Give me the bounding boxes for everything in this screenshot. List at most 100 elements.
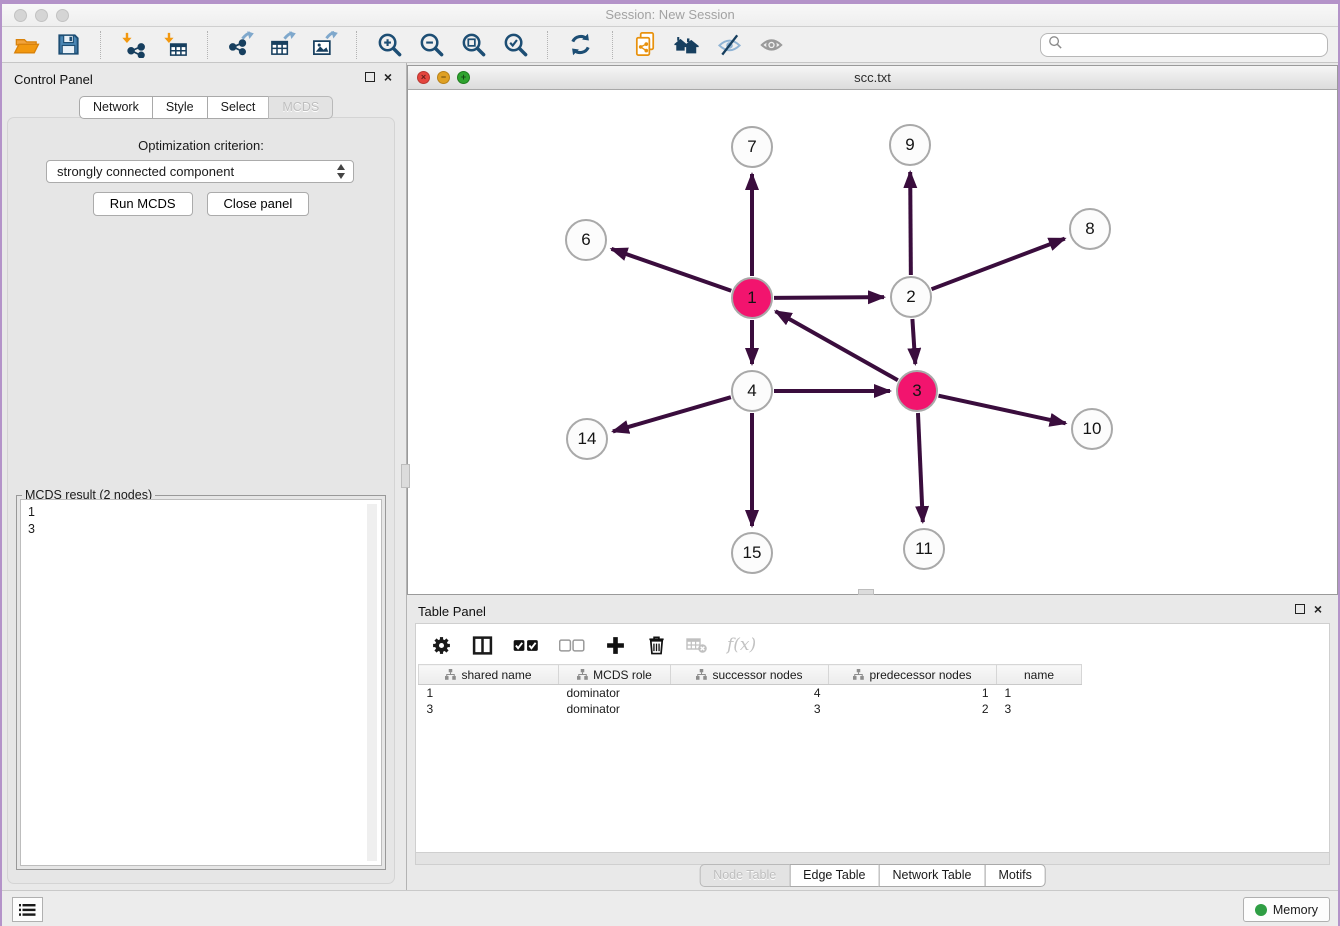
frame-close-icon[interactable]: × [417, 71, 430, 84]
table-cell[interactable]: 1 [829, 685, 997, 701]
result-scrollbar[interactable] [367, 504, 377, 861]
column-header-MCDS-role[interactable]: MCDS role [559, 665, 671, 685]
graph-edge[interactable] [912, 319, 915, 364]
graph-edge[interactable] [910, 172, 911, 275]
show-columns-icon[interactable] [471, 634, 493, 656]
column-type-icon [577, 669, 588, 680]
dropdown-stepper-icon [337, 164, 346, 179]
table-cell[interactable]: dominator [559, 685, 671, 701]
horizontal-splitter-handle[interactable] [858, 589, 874, 595]
import-table-icon[interactable] [161, 31, 189, 59]
export-image-icon[interactable] [310, 31, 338, 59]
memory-button[interactable]: Memory [1243, 897, 1330, 922]
column-header-predecessor-nodes[interactable]: predecessor nodes [829, 665, 997, 685]
export-table-icon[interactable] [268, 31, 296, 59]
zoom-window-button[interactable] [56, 9, 69, 22]
table-cell[interactable]: 3 [671, 701, 829, 717]
tab-select[interactable]: Select [207, 96, 270, 119]
delete-column-trash-icon[interactable] [645, 634, 667, 656]
graph-node-9[interactable]: 9 [889, 124, 931, 166]
toolbar-separator [100, 31, 101, 59]
search-input[interactable] [1068, 36, 1327, 54]
window-titlebar: Session: New Session [2, 4, 1338, 27]
column-header-successor-nodes[interactable]: successor nodes [671, 665, 829, 685]
graph-edge[interactable] [774, 297, 884, 298]
graph-node-2[interactable]: 2 [890, 276, 932, 318]
graph-edge[interactable] [938, 396, 1065, 424]
frame-minimize-icon[interactable]: − [437, 71, 450, 84]
refresh-layout-icon[interactable] [566, 31, 594, 59]
column-label: shared name [461, 668, 531, 682]
graph-node-6[interactable]: 6 [565, 219, 607, 261]
zoom-out-icon[interactable] [417, 31, 445, 59]
tab-motifs[interactable]: Motifs [984, 864, 1045, 887]
graph-node-3[interactable]: 3 [896, 370, 938, 412]
hide-selected-icon[interactable] [715, 31, 743, 59]
graph-node-1[interactable]: 1 [731, 277, 773, 319]
close-panel-icon[interactable]: × [384, 72, 392, 82]
close-window-button[interactable] [14, 9, 27, 22]
control-panel-tabs: Network Style Select MCDS [79, 96, 333, 119]
copy-network-icon[interactable] [631, 31, 659, 59]
graph-node-7[interactable]: 7 [731, 126, 773, 168]
graph-edge[interactable] [611, 249, 731, 291]
float-panel-icon[interactable] [365, 72, 375, 82]
table-cell[interactable]: dominator [559, 701, 671, 717]
graph-edge[interactable] [918, 413, 923, 522]
graph-edge[interactable] [932, 239, 1065, 290]
run-mcds-button[interactable]: Run MCDS [93, 192, 193, 216]
column-type-icon [853, 669, 864, 680]
mcds-result-text[interactable]: 1 3 [20, 499, 382, 866]
tab-network-table[interactable]: Network Table [879, 864, 986, 887]
add-column-icon[interactable] [604, 634, 626, 656]
close-table-panel-icon[interactable]: × [1314, 604, 1322, 614]
criterion-dropdown[interactable]: strongly connected component [46, 160, 354, 183]
table-settings-gear-icon[interactable] [430, 634, 452, 656]
graph-node-11[interactable]: 11 [903, 528, 945, 570]
tab-style[interactable]: Style [152, 96, 208, 119]
open-folder-icon[interactable] [12, 31, 40, 59]
graph-node-15[interactable]: 15 [731, 532, 773, 574]
column-label: predecessor nodes [869, 668, 971, 682]
tab-node-table[interactable]: Node Table [699, 864, 790, 887]
network-canvas[interactable]: 7 9 6 8 1 2 4 3 14 10 15 11 [408, 90, 1337, 594]
column-header-shared-name[interactable]: shared name [419, 665, 559, 685]
table-cell[interactable]: 2 [829, 701, 997, 717]
save-session-icon[interactable] [54, 31, 82, 59]
go-home-icon[interactable] [673, 31, 701, 59]
tab-edge-table[interactable]: Edge Table [789, 864, 879, 887]
table-cell[interactable]: 4 [671, 685, 829, 701]
table-cell[interactable]: 3 [419, 701, 559, 717]
frame-maximize-icon[interactable]: + [457, 71, 470, 84]
status-bar: Memory [2, 890, 1338, 926]
task-history-button[interactable] [12, 897, 43, 922]
float-table-panel-icon[interactable] [1295, 604, 1305, 614]
zoom-fit-icon[interactable] [459, 31, 487, 59]
graph-node-4[interactable]: 4 [731, 370, 773, 412]
tab-mcds[interactable]: MCDS [268, 96, 333, 119]
table-row[interactable]: 1dominator411 [419, 685, 1082, 701]
close-panel-button[interactable]: Close panel [207, 192, 310, 216]
table-cell[interactable]: 1 [997, 685, 1082, 701]
graph-edge[interactable] [776, 311, 898, 380]
vertical-splitter-handle[interactable] [401, 464, 410, 488]
deselect-all-rows-icon[interactable] [558, 634, 585, 656]
search-box[interactable] [1040, 33, 1328, 57]
graph-edge[interactable] [613, 397, 731, 431]
tab-network[interactable]: Network [79, 96, 153, 119]
minimize-window-button[interactable] [35, 9, 48, 22]
graph-node-8[interactable]: 8 [1069, 208, 1111, 250]
export-network-icon[interactable] [226, 31, 254, 59]
select-all-rows-icon[interactable] [512, 634, 539, 656]
edge-layer[interactable] [408, 90, 1337, 594]
column-header-name[interactable]: name [997, 665, 1082, 685]
zoom-in-icon[interactable] [375, 31, 403, 59]
graph-node-10[interactable]: 10 [1071, 408, 1113, 450]
table-cell[interactable]: 3 [997, 701, 1082, 717]
table-row[interactable]: 3dominator323 [419, 701, 1082, 717]
import-network-icon[interactable] [119, 31, 147, 59]
column-label: MCDS role [593, 668, 652, 682]
graph-node-14[interactable]: 14 [566, 418, 608, 460]
table-cell[interactable]: 1 [419, 685, 559, 701]
zoom-selected-icon[interactable] [501, 31, 529, 59]
